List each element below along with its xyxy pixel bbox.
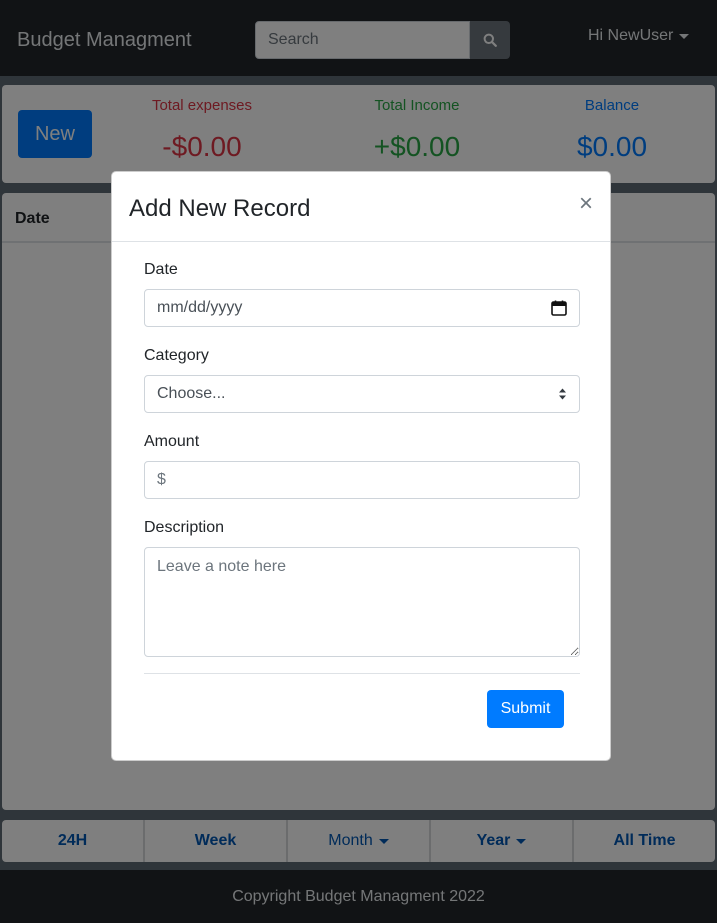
- category-label: Category: [144, 347, 209, 364]
- select-arrows-icon: [559, 388, 566, 400]
- category-selected-value: Choose...: [157, 385, 226, 402]
- amount-input[interactable]: [144, 461, 580, 499]
- category-select[interactable]: Choose...: [144, 375, 580, 413]
- amount-label: Amount: [144, 433, 200, 450]
- close-icon: ×: [578, 190, 593, 217]
- description-textarea[interactable]: [144, 547, 580, 657]
- form-divider: [144, 673, 580, 674]
- submit-button[interactable]: Submit: [487, 690, 564, 728]
- modal-title: Add New Record: [129, 195, 311, 222]
- modal-header: Add New Record ×: [112, 172, 610, 242]
- calendar-icon[interactable]: [551, 300, 567, 316]
- add-record-modal: Add New Record × Date mm/dd/yyyy Categor…: [111, 171, 611, 761]
- description-label: Description: [144, 519, 225, 536]
- close-button[interactable]: ×: [575, 191, 597, 217]
- date-placeholder: mm/dd/yyyy: [157, 299, 243, 316]
- date-label: Date: [144, 261, 178, 278]
- date-input[interactable]: mm/dd/yyyy: [144, 289, 580, 327]
